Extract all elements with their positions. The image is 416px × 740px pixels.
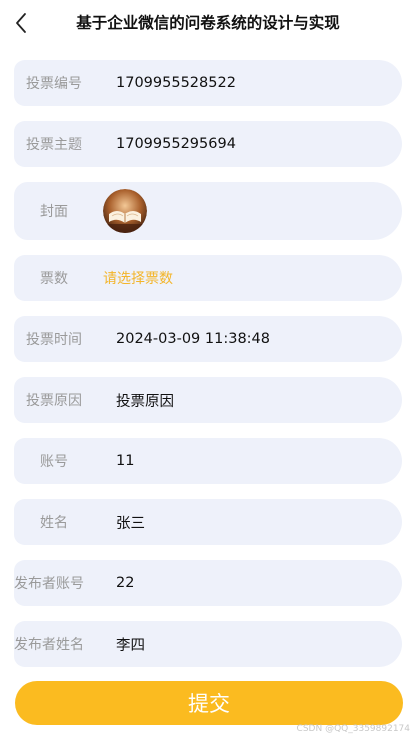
publisher-name-label: 发布者姓名 [14, 637, 84, 653]
vote-reason-row: 投票原因 投票原因 [14, 377, 402, 423]
vote-time-row: 投票时间 2024-03-09 11:38:48 [14, 316, 402, 362]
publisher-account-field[interactable]: 22 [116, 560, 134, 606]
cover-image[interactable] [103, 182, 147, 240]
back-button[interactable] [10, 9, 34, 37]
account-field[interactable]: 11 [116, 438, 134, 484]
publisher-name-field[interactable]: 李四 [116, 621, 145, 667]
votes-select[interactable]: 请选择票数 [103, 255, 173, 301]
cover-row: 封面 [14, 182, 402, 240]
vote-reason-field[interactable]: 投票原因 [116, 377, 174, 423]
vote-reason-label: 投票原因 [26, 393, 82, 409]
publisher-name-row: 发布者姓名 李四 [14, 621, 402, 667]
book-cover-thumbnail [103, 189, 147, 233]
votes-row: 票数 请选择票数 [14, 255, 402, 301]
account-row: 账号 11 [14, 438, 402, 484]
chevron-left-icon [16, 13, 26, 33]
publisher-account-label: 发布者账号 [14, 576, 84, 592]
page-title: 基于企业微信的问卷系统的设计与实现 [76, 14, 340, 32]
watermark: CSDN @QQ_3359892174 [296, 724, 410, 734]
vote-topic-field[interactable]: 1709955295694 [116, 121, 236, 167]
vote-time-field[interactable]: 2024-03-09 11:38:48 [116, 316, 270, 362]
vote-number-label: 投票编号 [26, 76, 82, 92]
vote-topic-label: 投票主题 [26, 137, 82, 153]
name-label: 姓名 [40, 515, 68, 531]
vote-number-field[interactable]: 1709955528522 [116, 60, 236, 106]
votes-label: 票数 [40, 271, 68, 287]
account-label: 账号 [40, 454, 68, 470]
vote-number-row: 投票编号 1709955528522 [14, 60, 402, 106]
vote-topic-row: 投票主题 1709955295694 [14, 121, 402, 167]
name-row: 姓名 张三 [14, 499, 402, 545]
publisher-account-row: 发布者账号 22 [14, 560, 402, 606]
cover-label: 封面 [40, 204, 68, 220]
vote-time-label: 投票时间 [26, 332, 82, 348]
header-bar: 基于企业微信的问卷系统的设计与实现 [0, 0, 416, 46]
submit-button[interactable]: 提交 [15, 681, 403, 725]
name-field[interactable]: 张三 [116, 499, 145, 545]
